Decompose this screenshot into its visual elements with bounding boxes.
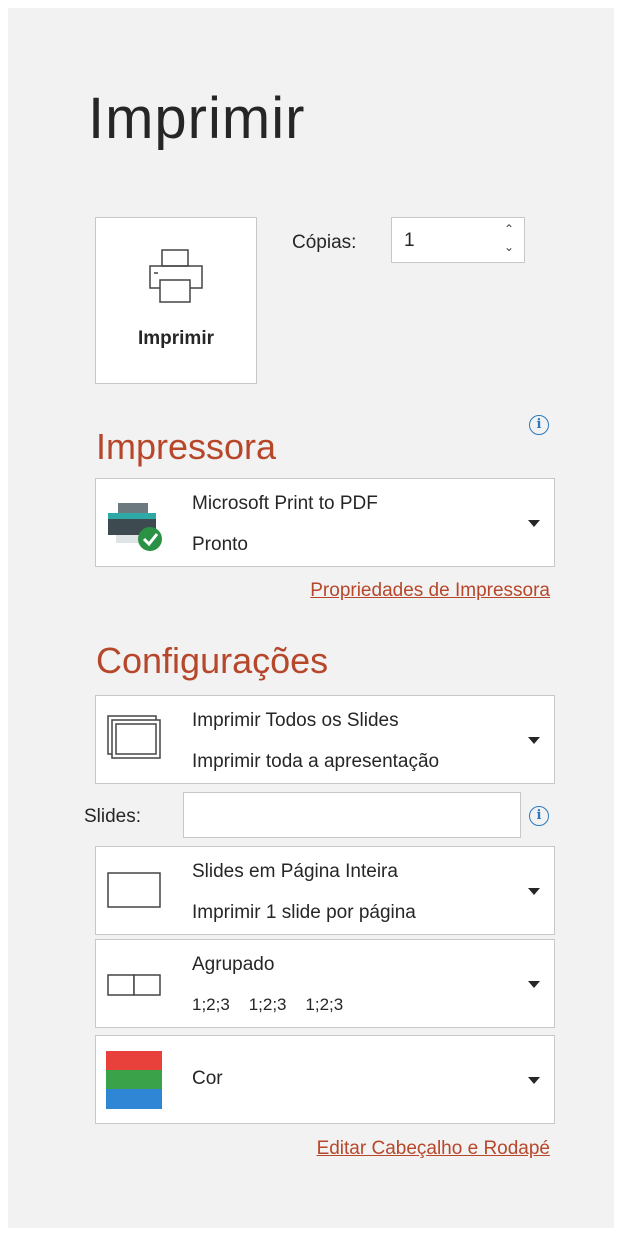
print-button-label: Imprimir bbox=[137, 328, 215, 349]
dropdown-arrow-icon bbox=[528, 736, 540, 744]
collation-desc: 1;2;3 1;2;3 1;2;3 bbox=[192, 995, 344, 1014]
color-icon bbox=[106, 1051, 162, 1114]
printer-dropdown[interactable]: Microsoft Print to PDF Pronto bbox=[95, 478, 555, 567]
dropdown-arrow-icon bbox=[528, 519, 540, 527]
printer-ready-icon bbox=[106, 499, 164, 560]
slides-range-desc: Imprimir toda a apresentação bbox=[192, 751, 440, 772]
collated-icon bbox=[106, 973, 162, 1004]
copies-value: 1 bbox=[404, 230, 415, 251]
slides-input[interactable] bbox=[183, 792, 521, 838]
printer-info-icon[interactable]: i bbox=[529, 415, 549, 435]
dropdown-arrow-icon bbox=[528, 980, 540, 988]
copies-stepper[interactable]: 1 ⌃ ⌄ bbox=[391, 217, 525, 263]
color-label: Cor bbox=[192, 1068, 223, 1089]
slides-info-icon[interactable]: i bbox=[529, 806, 549, 826]
full-page-slide-icon bbox=[106, 871, 162, 916]
print-button[interactable]: Imprimir bbox=[95, 217, 257, 384]
dropdown-arrow-icon bbox=[528, 1076, 540, 1084]
printer-name: Microsoft Print to PDF bbox=[192, 493, 378, 514]
slides-range-title: Imprimir Todos os Slides bbox=[192, 710, 399, 731]
collation-title: Agrupado bbox=[192, 954, 275, 975]
layout-desc: Imprimir 1 slide por página bbox=[192, 902, 416, 923]
all-slides-icon bbox=[106, 714, 162, 771]
collation-dropdown[interactable]: Agrupado 1;2;3 1;2;3 1;2;3 bbox=[95, 939, 555, 1028]
slides-range-dropdown[interactable]: Imprimir Todos os Slides Imprimir toda a… bbox=[95, 695, 555, 784]
printer-properties-link[interactable]: Propriedades de Impressora bbox=[310, 580, 550, 602]
printer-icon bbox=[146, 246, 208, 311]
chevron-down-icon[interactable]: ⌄ bbox=[502, 238, 516, 256]
color-dropdown[interactable]: Cor bbox=[95, 1035, 555, 1124]
slides-field-label: Slides: bbox=[84, 806, 142, 827]
printer-status: Pronto bbox=[192, 534, 248, 555]
edit-header-footer-link[interactable]: Editar Cabeçalho e Rodapé bbox=[317, 1138, 550, 1160]
layout-dropdown[interactable]: Slides em Página Inteira Imprimir 1 slid… bbox=[95, 846, 555, 935]
page-title: Imprimir bbox=[88, 86, 306, 151]
layout-title: Slides em Página Inteira bbox=[192, 861, 398, 882]
chevron-up-icon[interactable]: ⌃ bbox=[502, 220, 516, 238]
settings-section-title: Configurações bbox=[96, 640, 329, 681]
printer-section-title: Impressora bbox=[96, 426, 277, 467]
dropdown-arrow-icon bbox=[528, 887, 540, 895]
copies-label: Cópias: bbox=[292, 232, 357, 253]
